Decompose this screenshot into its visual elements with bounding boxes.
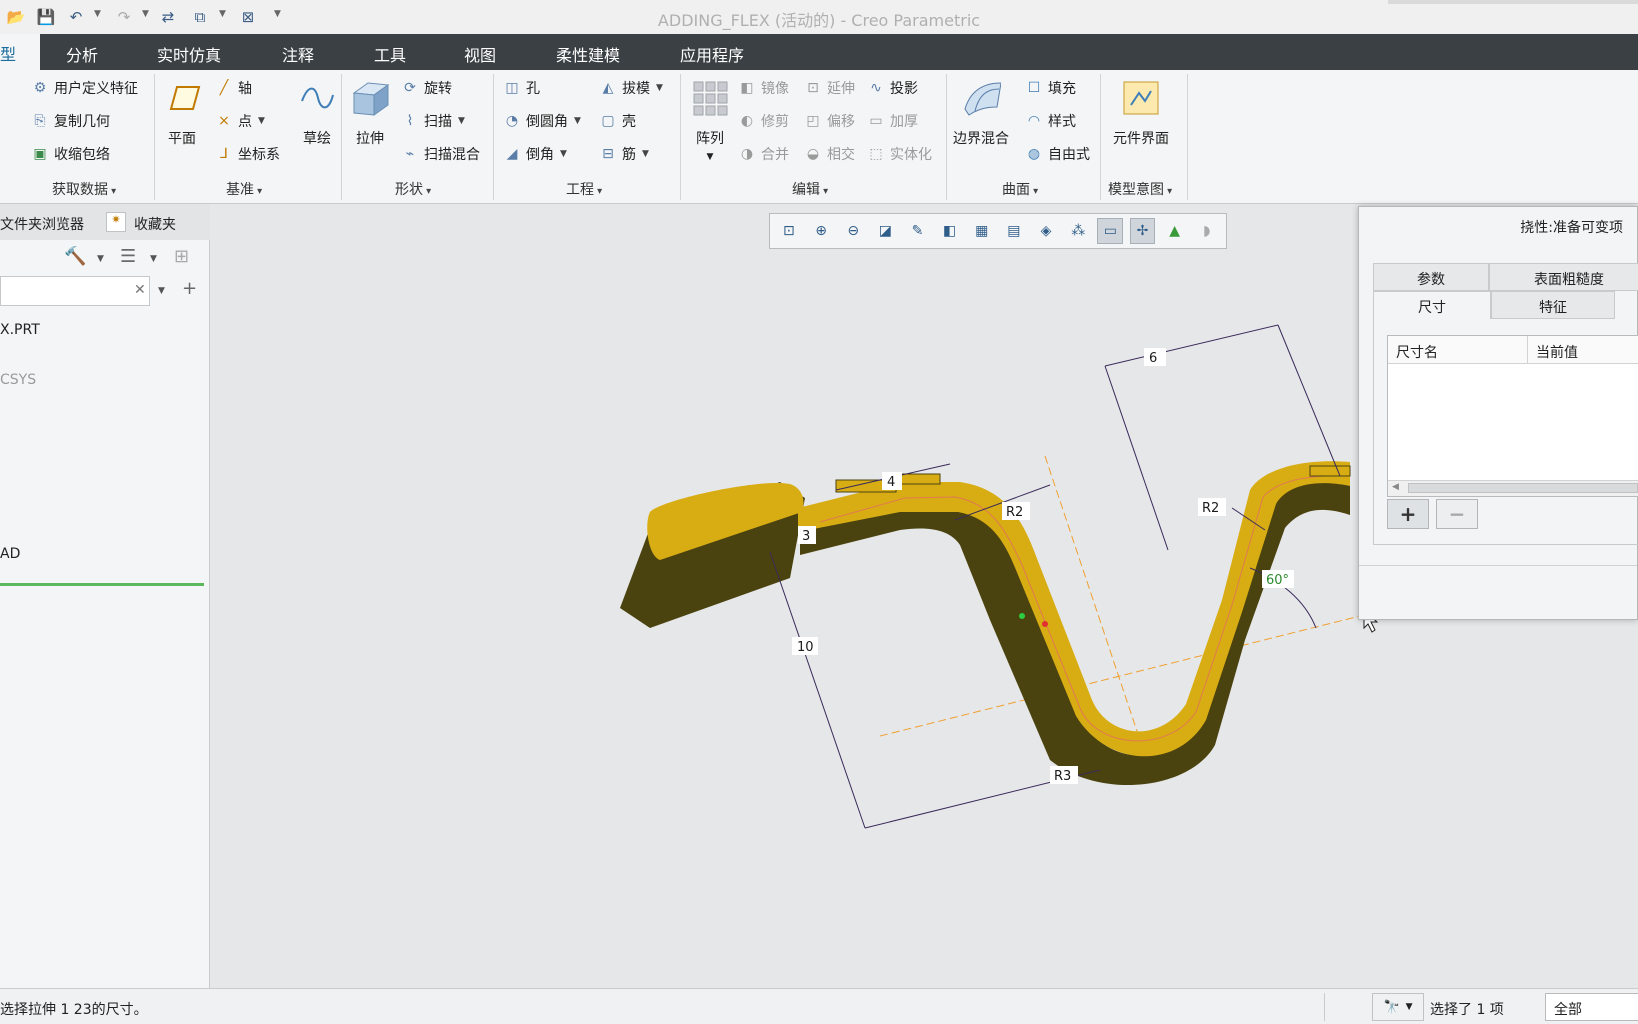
dim-label[interactable]: R2: [1202, 501, 1219, 516]
view-toolbar: ⊡ ⊕ ⊖ ◪ ✎ ◧ ▦ ▤ ◈ ⁂ ▭ ✢ ▲ ◗: [769, 213, 1227, 249]
selection-marker: [1019, 613, 1025, 619]
refit-icon[interactable]: ⊡: [776, 218, 802, 244]
find-dropdown-icon[interactable]: ▼: [1406, 1002, 1413, 1012]
datum-display-icon[interactable]: ⁂: [1065, 218, 1091, 244]
selection-count[interactable]: 选择了 1 项: [1430, 999, 1504, 1019]
repaint-icon[interactable]: ◪: [872, 218, 898, 244]
simulation-display-icon[interactable]: ◗: [1194, 218, 1220, 244]
scroll-thumb[interactable]: [1408, 483, 1638, 493]
tab-features[interactable]: 特征: [1491, 291, 1615, 319]
display-style-icon[interactable]: ◧: [937, 218, 963, 244]
tab-parameters[interactable]: 参数: [1373, 263, 1489, 291]
perspective-icon[interactable]: ◈: [1033, 218, 1059, 244]
annotation-display-icon[interactable]: ▭: [1097, 218, 1124, 244]
tab-surface-finish[interactable]: 表面粗糙度: [1489, 263, 1638, 291]
dim-label[interactable]: 4: [887, 475, 895, 490]
appearance-icon[interactable]: ▲: [1162, 218, 1188, 244]
dim-label[interactable]: 10: [797, 640, 814, 655]
column-header[interactable]: 尺寸名: [1388, 336, 1528, 364]
saved-views-icon[interactable]: ▦: [969, 218, 995, 244]
spin-center-icon[interactable]: ✢: [1129, 218, 1156, 244]
dim-label[interactable]: R2: [1006, 505, 1023, 520]
tab-dimensions[interactable]: 尺寸: [1373, 291, 1491, 319]
horizontal-scrollbar[interactable]: ◀: [1388, 480, 1638, 496]
find-button[interactable]: 🔭 ▼: [1372, 993, 1424, 1021]
dialog-separator: [1359, 565, 1637, 566]
binoculars-icon: 🔭: [1383, 999, 1400, 1015]
dim-label[interactable]: 3: [802, 529, 810, 544]
zoom-in-icon[interactable]: ⊕: [808, 218, 834, 244]
selection-marker: [1042, 621, 1048, 627]
column-header[interactable]: 当前值: [1528, 336, 1638, 364]
add-dimension-button[interactable]: +: [1387, 499, 1429, 529]
dim-label[interactable]: 6: [1149, 351, 1157, 366]
dialog-title: 挠性:准备可变项: [1520, 220, 1623, 236]
centerline: [879, 615, 1361, 737]
scroll-left-icon[interactable]: ◀: [1392, 482, 1399, 492]
dimension-table: 尺寸名 当前值 ◀: [1387, 335, 1638, 497]
remove-dimension-button[interactable]: −: [1436, 499, 1478, 529]
status-bar: 选择拉伸 1 23的尺寸。 🔭 ▼ 选择了 1 项 全部: [0, 988, 1638, 1024]
part-tab-block[interactable]: [620, 482, 805, 628]
selection-filter[interactable]: 全部: [1545, 993, 1638, 1021]
dim-label[interactable]: 60°: [1266, 573, 1289, 588]
status-message: 选择拉伸 1 23的尺寸。: [0, 1002, 148, 1018]
view-manager-icon[interactable]: ▤: [1001, 218, 1027, 244]
zoom-out-icon[interactable]: ⊖: [840, 218, 866, 244]
flex-variables-dialog: 挠性:准备可变项 参数 表面粗糙度 尺寸 特征 尺寸名 当前值 ◀ + −: [1358, 206, 1638, 620]
dim-label[interactable]: R3: [1054, 769, 1071, 784]
orient-icon[interactable]: ✎: [905, 218, 931, 244]
part-flex-strip[interactable]: [798, 461, 1351, 786]
status-separator: [1324, 993, 1325, 1021]
